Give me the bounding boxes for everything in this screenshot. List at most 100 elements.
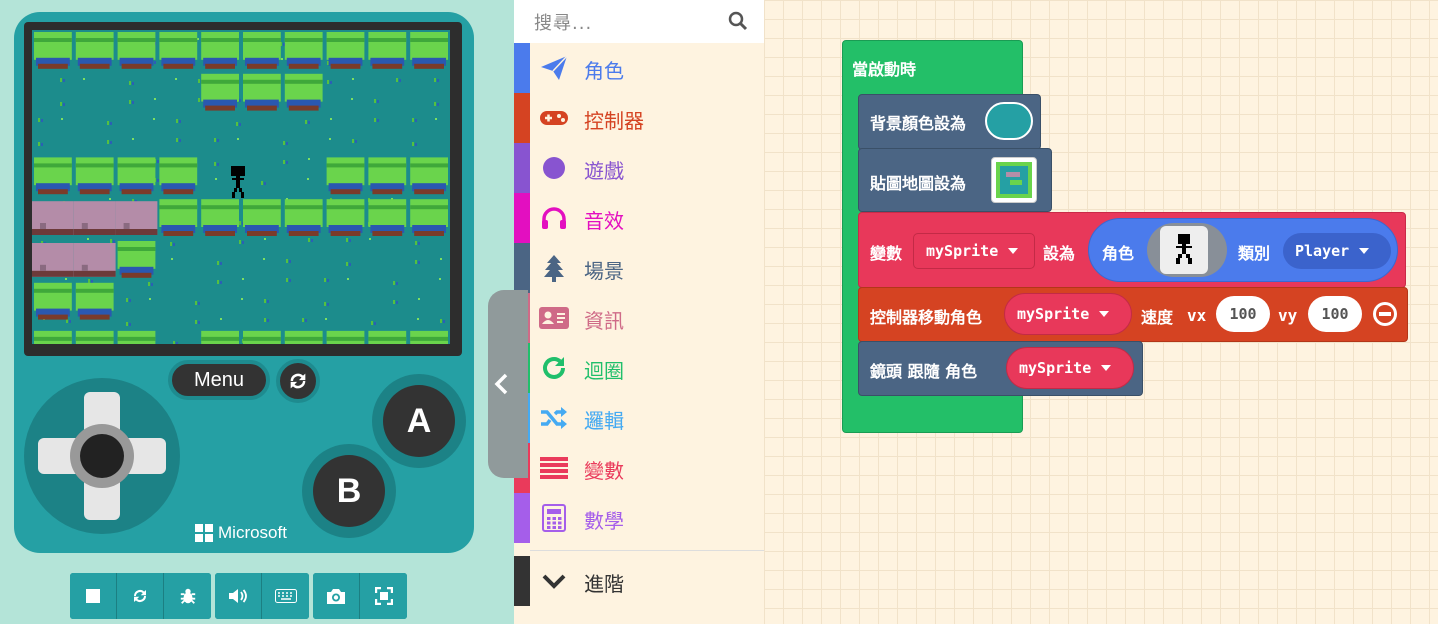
arcade-device: Menu A B Microsoft	[14, 12, 474, 553]
toolbar-group-io	[215, 573, 309, 619]
brand-label: Microsoft	[218, 523, 287, 542]
screenshot-icon	[327, 588, 345, 604]
tree-tile	[34, 282, 72, 311]
sprite-image-icon	[1176, 234, 1192, 264]
background-color-swatch[interactable]	[985, 102, 1033, 140]
category-label: 遊戲	[584, 159, 624, 183]
category-label: 控制器	[584, 109, 644, 133]
debug-icon	[180, 588, 195, 604]
vx-label: vx	[1187, 306, 1207, 325]
stop-icon	[86, 589, 100, 603]
sprite-label: 角色	[1102, 244, 1135, 263]
remove-circle-icon[interactable]	[1372, 301, 1398, 327]
tree-tile	[410, 157, 448, 186]
set-to-label: 設為	[1043, 244, 1076, 263]
category-label: 數學	[584, 509, 624, 533]
search-icon[interactable]	[728, 11, 748, 31]
category-tree[interactable]: 場景	[514, 243, 764, 293]
menu-button[interactable]: Menu	[168, 360, 270, 400]
tree-tile	[284, 32, 323, 60]
variable-dropdown[interactable]: mySprite	[913, 233, 1035, 269]
kind-dropdown-label: Player	[1295, 242, 1350, 260]
category-circle[interactable]: 遊戲	[514, 143, 764, 193]
a-button[interactable]: A	[383, 385, 455, 457]
category-headphones[interactable]: 音效	[514, 193, 764, 243]
tree-tile	[243, 73, 281, 102]
category-list[interactable]: 變數	[514, 443, 764, 493]
category-refresh[interactable]: 迴圈	[514, 343, 764, 393]
search-input[interactable]: 搜尋...	[534, 9, 592, 35]
category-label: 變數	[584, 459, 624, 483]
keyboard-button[interactable]	[262, 573, 309, 619]
category-stripe	[514, 493, 530, 543]
simulator-toolbar	[70, 573, 407, 619]
calculator-icon	[538, 503, 570, 533]
category-label: 進階	[584, 572, 624, 596]
advanced-divider	[530, 550, 764, 551]
tree-tile	[410, 32, 448, 60]
category-stripe	[514, 243, 530, 293]
tree-tile	[75, 282, 114, 311]
move-variable-dropdown[interactable]: mySprite	[1004, 293, 1132, 335]
restart-icon	[290, 373, 306, 389]
chevron-down-icon	[1101, 365, 1112, 371]
category-stripe	[514, 143, 530, 193]
category-label: 場景	[584, 259, 624, 283]
category-id-card[interactable]: 資訊	[514, 293, 764, 343]
fullscreen-icon	[374, 587, 393, 605]
block-toolbox: 搜尋... 角色控制器遊戲音效場景資訊迴圈 邏輯變數數學 進階	[514, 0, 764, 624]
dpad[interactable]	[24, 378, 180, 534]
circle-icon	[538, 153, 570, 183]
tree-tile	[117, 241, 156, 269]
stop-button[interactable]	[70, 573, 117, 619]
b-button[interactable]: B	[313, 455, 385, 527]
list-icon	[538, 453, 570, 483]
vx-input[interactable]: 100	[1216, 296, 1270, 332]
set-tilemap-label: 貼圖地圖設為	[870, 174, 967, 193]
tree-tile	[368, 199, 407, 227]
id-card-icon	[538, 303, 570, 333]
tree-tile	[243, 32, 281, 60]
tree-tile	[201, 199, 239, 227]
restart-icon	[134, 590, 146, 602]
keyboard-icon	[274, 589, 297, 603]
debug-button[interactable]	[164, 573, 211, 619]
category-stripe	[514, 556, 530, 606]
vy-input[interactable]: 100	[1308, 296, 1362, 332]
tree-tile	[201, 73, 239, 102]
collapse-simulator-button[interactable]	[488, 290, 528, 478]
tree-tile	[326, 157, 365, 186]
category-stripe	[514, 93, 530, 143]
tree-tile	[326, 32, 365, 60]
sound-button[interactable]	[215, 573, 262, 619]
gamepad-icon	[538, 103, 570, 133]
category-calculator[interactable]: 數學	[514, 493, 764, 543]
camera-variable-label: mySprite	[1019, 359, 1092, 377]
category-paper-plane[interactable]: 角色	[514, 43, 764, 93]
camera-variable-dropdown[interactable]: mySprite	[1006, 347, 1134, 389]
game-screen[interactable]	[24, 22, 462, 356]
tree-tile	[75, 32, 114, 60]
kind-dropdown[interactable]: Player	[1283, 233, 1391, 269]
category-label: 資訊	[584, 309, 624, 333]
category-shuffle[interactable]: 邏輯	[514, 393, 764, 443]
sprite-image-field[interactable]	[1147, 223, 1227, 277]
fullscreen-button[interactable]	[360, 573, 407, 619]
tree-tile	[326, 199, 365, 227]
toolbox-search[interactable]: 搜尋...	[514, 0, 764, 43]
reset-game-button[interactable]	[276, 359, 320, 403]
sound-icon	[229, 589, 247, 603]
kind-label: 類別	[1238, 244, 1271, 263]
screenshot-button[interactable]	[313, 573, 360, 619]
blocks-workspace[interactable]: 當啟動時 背景顏色設為 貼圖地圖設為 變數 mySprite 設為 角色 類別 …	[764, 0, 1438, 624]
microsoft-brand: Microsoft	[195, 523, 287, 543]
tilemap-icon	[996, 162, 1032, 198]
game-simulator: Menu A B Microsoft	[0, 0, 514, 624]
restart-button[interactable]	[117, 573, 164, 619]
category-gamepad[interactable]: 控制器	[514, 93, 764, 143]
chevron-down-icon	[1008, 248, 1019, 254]
on-start-label: 當啟動時	[852, 60, 917, 79]
tilemap-thumbnail[interactable]	[991, 157, 1037, 203]
category-advanced[interactable]: 進階	[514, 556, 764, 606]
tree-tile	[410, 199, 448, 227]
